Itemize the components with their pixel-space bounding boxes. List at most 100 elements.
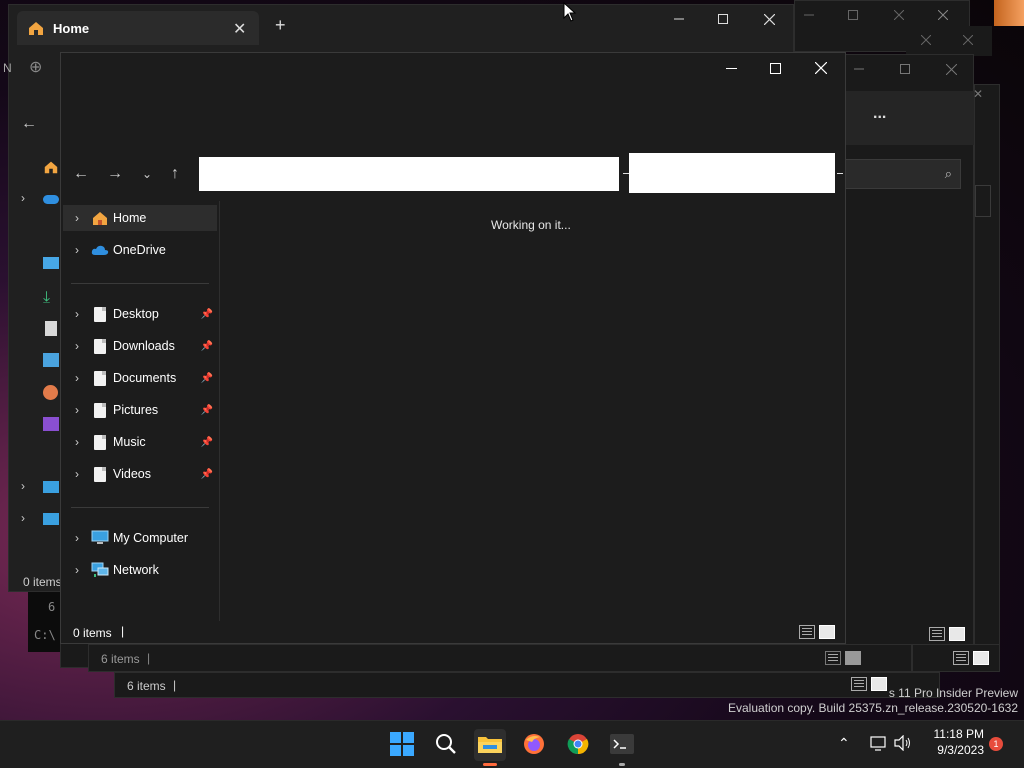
- chevron-right-icon[interactable]: ›: [63, 339, 91, 353]
- search-input[interactable]: [629, 153, 835, 193]
- maximize-button[interactable]: [833, 1, 873, 29]
- terminal-button[interactable]: [606, 729, 638, 766]
- new-button[interactable]: ⊕: [29, 57, 42, 77]
- pin-icon[interactable]: 📌: [201, 341, 213, 352]
- firefox-button[interactable]: [518, 729, 550, 761]
- status-text: 6 items: [101, 652, 140, 666]
- tiles-view-icon[interactable]: [819, 625, 835, 639]
- nav-item-music[interactable]: › Music 📌: [63, 429, 217, 455]
- cloud-icon: [91, 241, 109, 259]
- pin-icon[interactable]: 📌: [201, 405, 213, 416]
- more-options-button[interactable]: ...: [873, 105, 886, 123]
- chevron-right-icon[interactable]: ›: [21, 479, 25, 493]
- desktop-icon: [43, 257, 59, 269]
- close-button[interactable]: [923, 1, 963, 29]
- nav-item-documents[interactable]: › Documents 📌: [63, 365, 217, 391]
- file-explorer-button[interactable]: [474, 729, 506, 766]
- nav-item-videos[interactable]: › Videos 📌: [63, 461, 217, 487]
- forward-button[interactable]: →: [101, 160, 129, 188]
- nav-item-desktop[interactable]: › Desktop 📌: [63, 301, 217, 327]
- chevron-right-icon[interactable]: ›: [63, 467, 91, 481]
- chevron-right-icon[interactable]: ›: [63, 307, 91, 321]
- nav-item-pictures[interactable]: › Pictures 📌: [63, 397, 217, 423]
- firefox-icon: [522, 732, 546, 759]
- new-tab-button[interactable]: +: [275, 15, 286, 36]
- search-button[interactable]: [430, 729, 462, 761]
- chrome-button[interactable]: [562, 729, 594, 761]
- chevron-right-icon[interactable]: ›: [63, 243, 91, 257]
- back-button[interactable]: ←: [67, 160, 95, 188]
- close-button[interactable]: [801, 53, 841, 83]
- wallpaper-sliver: [994, 0, 1024, 26]
- minimize-button[interactable]: [659, 5, 699, 33]
- close-icon[interactable]: ✕: [973, 87, 983, 101]
- notification-count: 1: [993, 739, 999, 749]
- chevron-right-icon[interactable]: ›: [63, 563, 91, 577]
- tiles-view-icon[interactable]: [845, 651, 861, 665]
- network-tray-icon[interactable]: [870, 736, 888, 755]
- tiles-view-icon[interactable]: [871, 677, 887, 691]
- back-arrow-icon[interactable]: ←: [21, 115, 37, 133]
- details-view-icon[interactable]: [825, 651, 841, 665]
- details-view-icon[interactable]: [851, 677, 867, 691]
- up-button[interactable]: ↑: [161, 160, 189, 188]
- watermark-line-1: s 11 Pro Insider Preview: [888, 686, 1018, 700]
- clock-time: 11:18 PM: [933, 727, 984, 741]
- chevron-right-icon[interactable]: ›: [21, 191, 25, 205]
- view-toggle: [851, 677, 887, 691]
- notification-badge[interactable]: 1: [989, 737, 1003, 751]
- chevron-right-icon[interactable]: ›: [63, 371, 91, 385]
- status-separator: |: [173, 678, 177, 692]
- network-icon: [43, 513, 59, 525]
- terminal-text: C:\: [34, 628, 56, 642]
- search-box[interactable]: ⌕: [841, 159, 961, 189]
- close-button[interactable]: [749, 5, 789, 33]
- show-hidden-icons-button[interactable]: ⌃: [838, 735, 850, 752]
- chevron-right-icon[interactable]: ›: [63, 403, 91, 417]
- tiles-view-icon[interactable]: [973, 651, 989, 665]
- close-button[interactable]: [906, 26, 946, 54]
- maximize-button[interactable]: [885, 55, 925, 83]
- chevron-right-icon[interactable]: ›: [63, 531, 91, 545]
- clock-date: 9/3/2023: [937, 743, 984, 757]
- minimize-button[interactable]: [711, 53, 751, 83]
- minimize-button[interactable]: [789, 1, 829, 29]
- explorer-tab[interactable]: Home ✕: [17, 11, 259, 45]
- start-button[interactable]: [386, 729, 418, 761]
- details-view-icon[interactable]: [799, 625, 815, 639]
- maximize-button[interactable]: [755, 53, 795, 83]
- details-view-icon[interactable]: [953, 651, 969, 665]
- tiles-view-icon[interactable]: [949, 627, 965, 641]
- background-window-frame-2: [906, 26, 992, 56]
- search-icon: [435, 733, 457, 758]
- nav-item-downloads[interactable]: › Downloads 📌: [63, 333, 217, 359]
- active-indicator: [483, 763, 497, 766]
- search-icon: ⌕: [944, 166, 952, 181]
- picture-icon: [43, 353, 59, 367]
- pin-icon[interactable]: 📌: [201, 469, 213, 480]
- terminal-fragment: 6 C:\: [28, 592, 60, 652]
- nav-item-network[interactable]: › Network: [63, 557, 217, 583]
- pin-icon[interactable]: 📌: [201, 309, 213, 320]
- tab-close-icon[interactable]: ✕: [233, 19, 246, 39]
- maximize-button[interactable]: [703, 5, 743, 33]
- chevron-right-icon[interactable]: ›: [63, 435, 91, 449]
- pin-icon[interactable]: 📌: [201, 373, 213, 384]
- stacked-window-status-right: [912, 644, 1000, 672]
- pin-icon[interactable]: 📌: [201, 437, 213, 448]
- chevron-right-icon[interactable]: ›: [21, 511, 25, 525]
- nav-item-label: Documents: [113, 371, 177, 385]
- chevron-right-icon[interactable]: ›: [63, 211, 91, 225]
- address-bar[interactable]: [199, 157, 619, 191]
- close-button[interactable]: [948, 26, 988, 54]
- close-button[interactable]: [879, 1, 919, 29]
- details-view-icon[interactable]: [929, 627, 945, 641]
- nav-item-home[interactable]: › Home: [63, 205, 217, 231]
- close-button[interactable]: [931, 55, 971, 83]
- recent-locations-button[interactable]: ⌄: [133, 160, 161, 188]
- nav-item-my-computer[interactable]: › My Computer: [63, 525, 217, 551]
- nav-item-onedrive[interactable]: › OneDrive: [63, 237, 217, 263]
- clock[interactable]: 11:18 PM 9/3/2023: [918, 727, 984, 757]
- file-icon: [91, 465, 109, 483]
- volume-icon[interactable]: [894, 734, 912, 754]
